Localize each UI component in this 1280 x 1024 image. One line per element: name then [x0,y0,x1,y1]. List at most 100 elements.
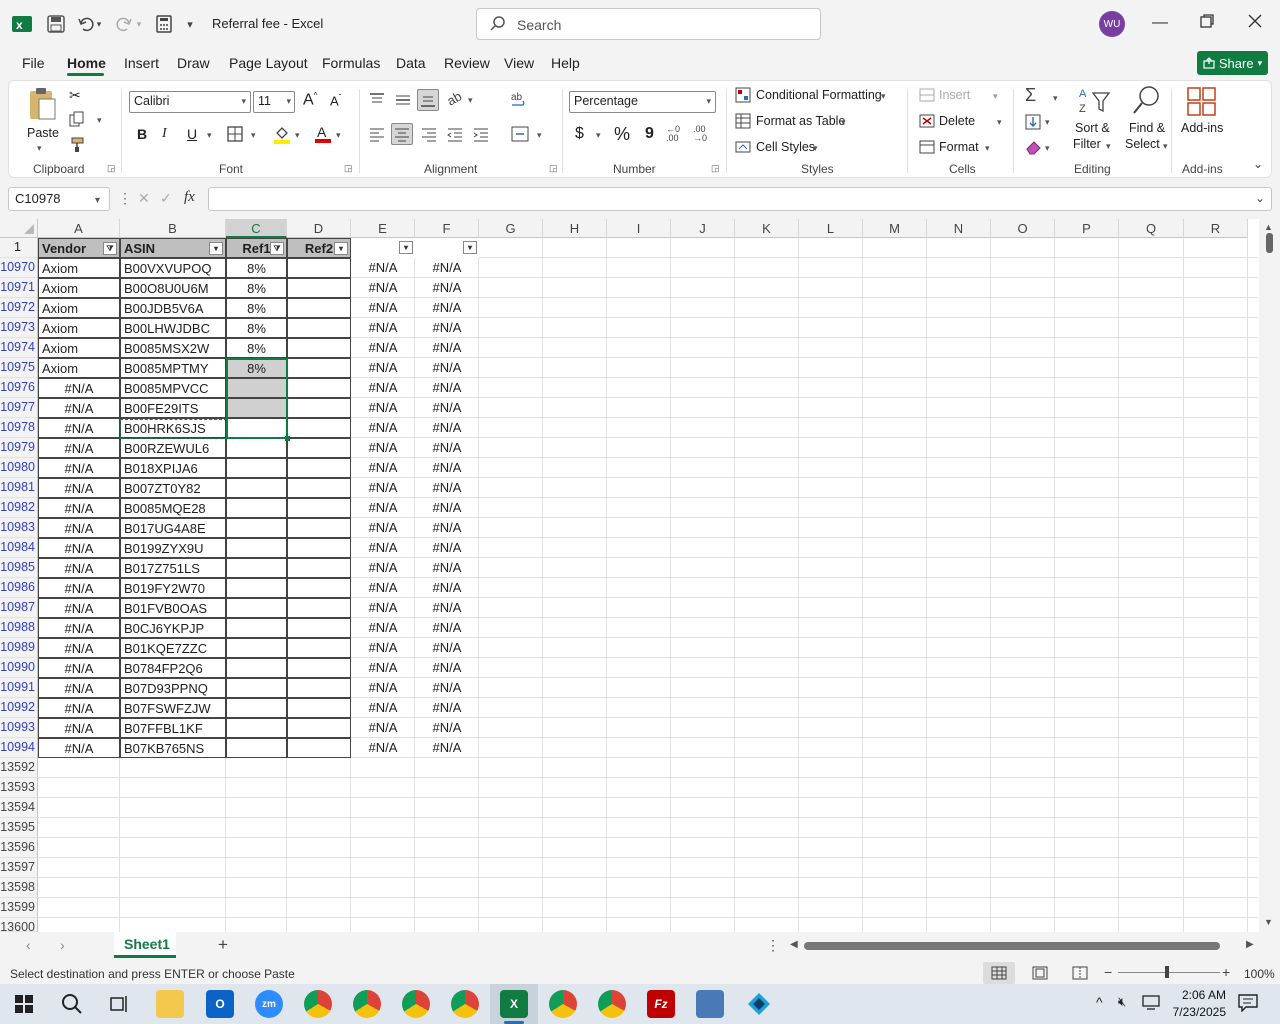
row-header[interactable]: 10989 [0,638,38,658]
worksheet-grid[interactable]: ABCDEFGHIJKLMNOPQR 1 Vendor ⧩ ASIN ▾ Ref1 ⧩ Ref… [0,219,1280,938]
vendor-cell[interactable]: Axiom [38,278,120,298]
format-as-table-button[interactable]: Format as Table ▾ [735,113,846,129]
delete-cells-button[interactable]: Delete ▾ [919,113,1002,128]
lookup-cell-f[interactable]: #N/A [415,698,479,718]
clear-dropdown-icon[interactable]: ▾ [1045,143,1050,154]
ref1-cell[interactable] [226,718,287,738]
tab-file[interactable]: File [22,55,45,71]
ref2-cell[interactable] [287,478,351,498]
row-header[interactable]: 10975 [0,358,38,378]
clipboard-launcher-icon[interactable]: ◲ [107,163,116,174]
row-header[interactable]: 10994 [0,738,38,758]
font-name-combobox[interactable]: Calibri ▾ [129,91,251,113]
chrome-profile-6-icon[interactable] [598,990,626,1018]
ref2-cell[interactable] [287,538,351,558]
bold-button[interactable]: B [137,126,147,142]
alignment-launcher-icon[interactable]: ◲ [549,163,558,174]
lookup-cell-e[interactable]: #N/A [351,418,415,438]
clear-icon[interactable] [1025,139,1043,158]
autosum-dropdown-icon[interactable]: ▾ [1053,93,1058,104]
cell-styles-button[interactable]: Cell Styles ▾ [735,139,818,155]
asin-cell[interactable]: B018XPIJA6 [120,458,226,478]
lookup-cell-f[interactable]: #N/A [415,458,479,478]
tab-data[interactable]: Data [396,55,426,71]
asin-cell[interactable]: B0199ZYX9U [120,538,226,558]
lookup-cell-f[interactable]: #N/A [415,598,479,618]
row-header[interactable]: 10990 [0,658,38,678]
lookup-cell-e[interactable]: #N/A [351,318,415,338]
ref2-cell[interactable] [287,498,351,518]
lookup-cell-f[interactable]: #N/A [415,638,479,658]
asin-cell[interactable]: B0CJ6YKPJP [120,618,226,638]
lookup-cell-f[interactable]: #N/A [415,418,479,438]
column-header-d[interactable]: D [287,219,351,238]
lookup-cell-f[interactable]: #N/A [415,478,479,498]
vendor-cell[interactable]: #N/A [38,378,120,398]
search-taskbar-icon[interactable] [58,990,86,1018]
row-header[interactable]: 10973 [0,318,38,338]
page-layout-view-icon[interactable] [1032,966,1048,983]
borders-dropdown-icon[interactable]: ▾ [251,130,256,141]
asin-cell[interactable]: B01KQE7ZZC [120,638,226,658]
currency-button[interactable]: $ [575,125,584,143]
increase-indent-icon[interactable] [473,128,489,145]
row-header[interactable]: 13594 [0,798,38,818]
lookup-cell-f[interactable]: #N/A [415,658,479,678]
center-align-icon[interactable] [391,123,413,145]
number-format-dropdown-icon[interactable]: ▾ [706,96,711,107]
vertical-scroll-thumb[interactable] [1266,233,1273,253]
asin-cell[interactable]: B0085MPTMY [120,358,226,378]
column-header-h[interactable]: H [543,219,607,238]
wrap-text-icon[interactable]: ab [511,91,529,112]
font-color-dropdown-icon[interactable]: ▾ [336,130,341,141]
ref2-cell[interactable] [287,678,351,698]
asin-cell[interactable]: B01FVB0OAS [120,598,226,618]
asin-cell[interactable]: B019FY2W70 [120,578,226,598]
chrome-profile-4-icon[interactable] [451,990,479,1018]
select-all-corner[interactable] [0,219,38,238]
vendor-cell[interactable]: #N/A [38,438,120,458]
row-header[interactable]: 10979 [0,438,38,458]
expand-formula-bar-icon[interactable]: ⌄ [1255,191,1265,205]
font-size-combobox[interactable]: 11 ▾ [253,91,295,113]
vendor-cell[interactable]: Axiom [38,318,120,338]
table-header-d[interactable]: Ref2 ▾ [287,238,351,258]
row-header[interactable]: 10980 [0,458,38,478]
column-header-k[interactable]: K [735,219,799,238]
filter-dropdown-icon[interactable]: ▾ [209,242,223,255]
customize-toolbar-icon[interactable]: ▾ [180,12,200,36]
ref2-cell[interactable] [287,558,351,578]
scroll-down-icon[interactable]: ▼ [1264,917,1273,927]
asin-cell[interactable]: B007ZT0Y82 [120,478,226,498]
lookup-cell-f[interactable]: #N/A [415,618,479,638]
asin-cell[interactable]: B07D93PPNQ [120,678,226,698]
asin-cell[interactable]: B07KB765NS [120,738,226,758]
normal-view-icon[interactable] [983,962,1015,984]
row-header[interactable]: 10971 [0,278,38,298]
file-explorer-icon[interactable] [156,990,184,1018]
tab-home[interactable]: Home [67,55,106,71]
lookup-cell-f[interactable]: #N/A [415,438,479,458]
ref2-cell[interactable] [287,698,351,718]
ref2-cell[interactable] [287,738,351,758]
percent-button[interactable]: % [614,124,630,145]
lookup-cell-e[interactable]: #N/A [351,698,415,718]
scroll-right-icon[interactable]: ▶ [1246,939,1254,950]
autosum-icon[interactable]: Σ [1025,85,1036,106]
formula-input[interactable]: ⌄ [208,187,1272,211]
collapse-ribbon-icon[interactable]: ⌄ [1253,157,1263,171]
lookup-cell-f[interactable]: #N/A [415,318,479,338]
filter-dropdown-icon[interactable]: ▾ [463,241,477,254]
asin-cell[interactable]: B00JDB5V6A [120,298,226,318]
row-header[interactable]: 13600 [0,918,38,934]
show-hidden-icons[interactable]: ^ [1096,994,1103,1010]
lookup-cell-f[interactable]: #N/A [415,498,479,518]
font-color-icon[interactable]: A [314,124,332,147]
merge-dropdown-icon[interactable]: ▾ [537,130,542,141]
ref2-cell[interactable] [287,518,351,538]
lookup-cell-e[interactable]: #N/A [351,338,415,358]
zoom-in-icon[interactable]: + [1222,964,1230,980]
lookup-cell-f[interactable]: #N/A [415,298,479,318]
ref2-cell[interactable] [287,658,351,678]
row-header[interactable]: 10985 [0,558,38,578]
